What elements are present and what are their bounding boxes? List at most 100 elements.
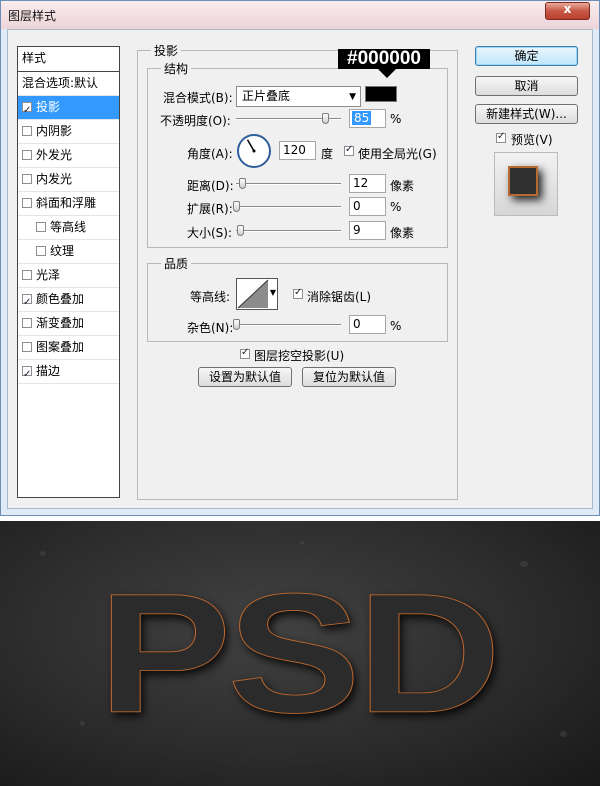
style-list-item[interactable]: 内发光 <box>18 168 119 192</box>
size-unit: 像素 <box>390 226 415 240</box>
distance-label: 距离(D): <box>187 179 234 193</box>
angle-dial[interactable] <box>236 133 272 169</box>
knockout-label: 图层挖空投影(U) <box>254 349 345 363</box>
style-checkbox[interactable] <box>22 198 32 208</box>
texture-speck <box>40 551 46 556</box>
opacity-input[interactable]: 85 <box>349 109 386 128</box>
style-list-item[interactable]: 斜面和浮雕 <box>18 192 119 216</box>
contour-preview-icon <box>237 279 269 309</box>
style-list-item-label: 颜色叠加 <box>36 292 85 306</box>
spread-slider-track[interactable] <box>236 206 341 208</box>
drop-shadow-title: 投影 <box>151 42 182 59</box>
window-title: 图层样式 <box>8 9 57 23</box>
style-checkbox[interactable] <box>22 364 32 386</box>
angle-input[interactable]: 120 <box>279 141 316 160</box>
preview-checkbox[interactable] <box>496 131 506 143</box>
size-slider-thumb[interactable] <box>237 225 245 236</box>
style-list-item[interactable]: 描边 <box>18 360 119 386</box>
style-checkbox[interactable] <box>22 100 32 122</box>
close-icon: x <box>563 2 572 16</box>
opacity-value: 85 <box>352 111 372 125</box>
anti-alias-label: 消除锯齿(L) <box>307 290 372 304</box>
distance-unit: 像素 <box>390 179 415 193</box>
style-checkbox[interactable] <box>22 292 32 314</box>
distance-slider-track[interactable] <box>236 183 341 185</box>
style-checkbox[interactable] <box>22 318 32 328</box>
blend-mode-value: 正片叠底 <box>242 89 291 103</box>
contour-picker[interactable]: ▼ <box>236 278 278 310</box>
style-list-item-label: 等高线 <box>50 220 87 234</box>
spread-value: 0 <box>353 199 361 213</box>
ok-button[interactable]: 确定 <box>475 46 578 66</box>
style-checkbox[interactable] <box>36 246 46 256</box>
distance-value: 12 <box>353 176 369 190</box>
style-list-item[interactable]: 图案叠加 <box>18 336 119 360</box>
style-checkbox[interactable] <box>36 222 46 232</box>
style-list-item-label: 斜面和浮雕 <box>36 196 97 210</box>
size-label: 大小(S): <box>187 226 233 240</box>
style-list-item-label: 投影 <box>36 100 61 114</box>
spread-label: 扩展(R): <box>187 202 233 216</box>
angle-value: 120 <box>283 143 306 157</box>
distance-input[interactable]: 12 <box>349 174 386 193</box>
noise-slider-thumb[interactable] <box>233 319 240 330</box>
style-list-item[interactable]: 外发光 <box>18 144 119 168</box>
angle-unit: 度 <box>321 147 334 161</box>
cancel-button[interactable]: 取消 <box>475 76 578 96</box>
structure-title: 结构 <box>161 60 192 77</box>
texture-speck <box>560 731 567 737</box>
style-list-header: 样式 <box>18 47 119 72</box>
title-bar[interactable]: 图层样式 x <box>1 1 599 29</box>
style-checkbox[interactable] <box>22 270 32 280</box>
size-input[interactable]: 9 <box>349 221 386 240</box>
style-checkbox[interactable] <box>22 150 32 160</box>
blend-mode-label: 混合模式(B): <box>163 91 233 105</box>
knockout-checkbox[interactable] <box>240 347 250 359</box>
contour-label: 等高线: <box>190 290 231 304</box>
style-list-item[interactable]: 光泽 <box>18 264 119 288</box>
opacity-slider-thumb[interactable] <box>322 113 330 124</box>
style-list-item-label: 纹理 <box>50 244 75 258</box>
style-list-item[interactable]: 混合选项:默认 <box>18 72 119 96</box>
style-list-item-label: 内阴影 <box>36 124 73 138</box>
chevron-down-icon: ▼ <box>269 288 276 297</box>
close-button[interactable]: x <box>545 2 590 20</box>
opacity-label: 不透明度(O): <box>160 114 231 128</box>
style-list-item[interactable]: 纹理 <box>18 240 119 264</box>
style-checkbox[interactable] <box>22 174 32 184</box>
make-default-button[interactable]: 设置为默认值 <box>198 367 292 387</box>
spread-unit: % <box>390 200 402 214</box>
reset-default-button[interactable]: 复位为默认值 <box>302 367 396 387</box>
style-list-item[interactable]: 内阴影 <box>18 120 119 144</box>
spread-slider-thumb[interactable] <box>233 201 240 212</box>
new-style-button[interactable]: 新建样式(W)... <box>475 104 578 124</box>
noise-unit: % <box>390 319 402 333</box>
style-list-item[interactable]: 投影 <box>18 96 119 122</box>
noise-label: 杂色(N): <box>187 321 234 335</box>
chevron-down-icon: ▼ <box>349 92 356 102</box>
style-list-item[interactable]: 渐变叠加 <box>18 312 119 336</box>
noise-input[interactable]: 0 <box>349 315 386 334</box>
blend-mode-select[interactable]: 正片叠底 ▼ <box>236 86 361 107</box>
style-list-item-label: 光泽 <box>36 268 61 282</box>
color-hex-tooltip: #000000 <box>338 49 430 78</box>
style-list-item[interactable]: 颜色叠加 <box>18 288 119 314</box>
noise-slider-track[interactable] <box>236 324 341 326</box>
preview-label: 预览(V) <box>511 133 553 147</box>
style-checkbox[interactable] <box>22 342 32 352</box>
size-slider-track[interactable] <box>236 230 341 232</box>
style-preview <box>494 152 558 216</box>
spread-input[interactable]: 0 <box>349 197 386 216</box>
style-list-item[interactable]: 等高线 <box>18 216 119 240</box>
distance-slider-thumb[interactable] <box>239 178 247 189</box>
shadow-color-swatch[interactable] <box>365 86 397 102</box>
psd-text-effect: PSD <box>97 558 501 749</box>
style-list-item-label: 外发光 <box>36 148 73 162</box>
noise-value: 0 <box>353 317 361 331</box>
anti-alias-checkbox[interactable] <box>293 287 303 299</box>
global-light-checkbox[interactable] <box>344 144 354 156</box>
style-checkbox[interactable] <box>22 126 32 136</box>
size-value: 9 <box>353 223 361 237</box>
style-preview-swatch <box>508 166 538 196</box>
angle-label: 角度(A): <box>187 147 233 161</box>
